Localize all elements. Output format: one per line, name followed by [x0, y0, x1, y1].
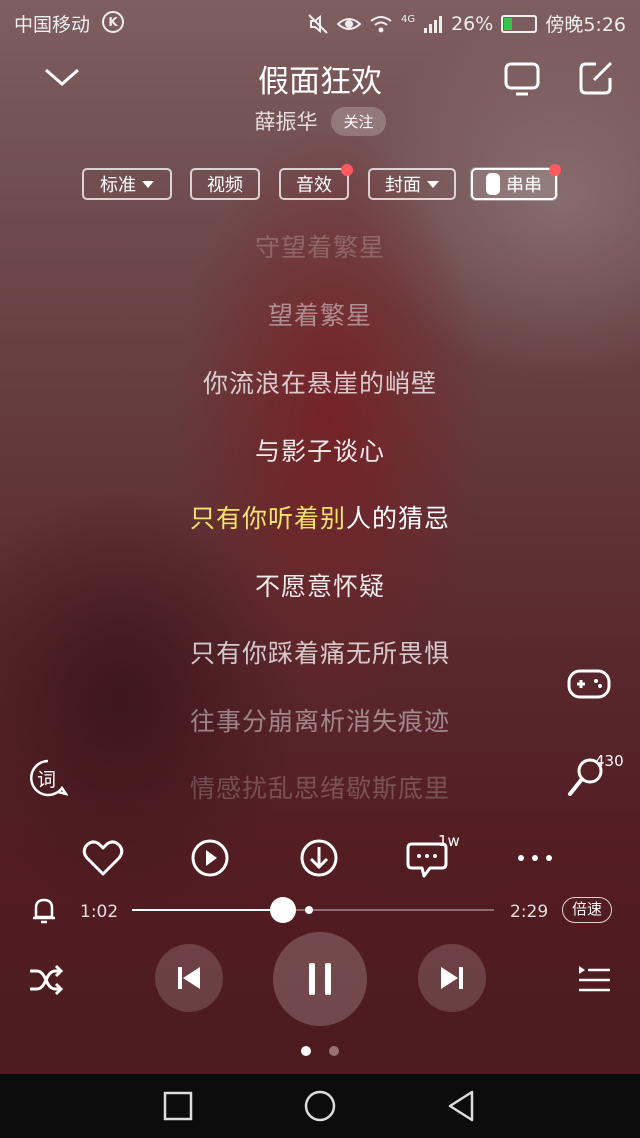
pause-icon: [309, 963, 331, 995]
chip-label: 音效: [296, 175, 332, 196]
shuffle-icon[interactable]: [28, 962, 64, 998]
chip-video[interactable]: 视频: [190, 168, 260, 200]
notification-dot: [549, 164, 561, 176]
toggle-pill-icon: [486, 173, 500, 195]
signal-icon: [424, 15, 443, 33]
more-icon[interactable]: [512, 836, 558, 880]
chip-label: 视频: [207, 175, 243, 196]
artist-row: 薛振华 关注: [0, 106, 640, 136]
lyrics-toggle-label: 词: [37, 769, 57, 791]
gamepad-icon[interactable]: [566, 666, 612, 702]
lyric-line: 与影子谈心: [254, 437, 385, 466]
caret-down-icon: [427, 180, 439, 188]
chip-sound-effect[interactable]: 音效: [279, 164, 353, 200]
lyric-unsung-part: 人的猜忌: [346, 504, 451, 533]
previous-button[interactable]: [155, 944, 223, 1012]
speed-button[interactable]: 倍速: [562, 897, 612, 923]
chip-label: 串串: [506, 175, 542, 196]
lyric-line: 望着繁星: [267, 301, 372, 330]
k-badge-icon: K: [102, 11, 124, 33]
lyric-line: 往事分崩离析消失痕迹: [189, 707, 450, 736]
carrier-name: 中国移动: [14, 14, 91, 36]
chip-cover[interactable]: 封面: [368, 168, 456, 200]
lyric-current-line: 只有你听着别人的猜忌: [0, 499, 640, 535]
next-button[interactable]: [418, 944, 486, 1012]
buffer-marker: [305, 906, 314, 914]
skip-previous-icon: [178, 967, 200, 989]
recents-square-icon[interactable]: [160, 1088, 196, 1124]
wifi-icon: [370, 15, 392, 32]
page-dot: [329, 1046, 339, 1056]
lyric-line: 守望着繁星: [254, 233, 385, 262]
lyric-line: 你流浪在悬崖的峭壁: [202, 369, 437, 398]
karaoke-count: 430: [595, 752, 624, 770]
status-time: 傍晚5:26: [545, 14, 626, 36]
download-icon[interactable]: [296, 836, 342, 880]
network-type: 4G: [400, 13, 416, 25]
notification-dot: [341, 164, 353, 176]
current-time: 1:02: [80, 902, 119, 922]
video-play-icon[interactable]: [187, 836, 233, 880]
playlist-icon[interactable]: [576, 962, 612, 996]
chip-label: 标准: [100, 175, 136, 196]
lyrics-toggle-button[interactable]: 词: [28, 758, 68, 798]
back-triangle-icon[interactable]: [444, 1088, 480, 1124]
caret-down-icon: [142, 180, 154, 188]
battery-icon: [501, 14, 538, 33]
follow-button[interactable]: 关注: [331, 106, 386, 136]
pause-button[interactable]: [273, 932, 367, 1026]
artist-name[interactable]: 薛振华: [254, 106, 317, 136]
progress-fill: [132, 909, 283, 911]
page-dot: [301, 1046, 311, 1056]
chip-chuanchuan[interactable]: 串串: [471, 164, 561, 200]
lyric-sung-part: 只有你听着别: [189, 504, 346, 533]
chip-label: 封面: [385, 175, 421, 196]
lyric-line: 只有你踩着痛无所畏惧: [189, 639, 450, 668]
lyric-line: 情感扰乱思绪歇斯底里: [189, 774, 450, 803]
progress-thumb[interactable]: [269, 897, 296, 923]
system-nav-bar: [0, 1074, 640, 1138]
page-indicator: [0, 1046, 640, 1056]
lyric-line: 不愿意怀疑: [254, 572, 385, 601]
song-title: 假面狂欢: [258, 64, 382, 100]
heart-icon[interactable]: [80, 836, 126, 880]
battery-percent: 26%: [451, 12, 494, 35]
chip-standard[interactable]: 标准: [82, 168, 172, 200]
mute-icon: [308, 13, 328, 34]
status-icons: 4G 26% 傍晚5:26: [307, 10, 626, 37]
share-icon[interactable]: [578, 60, 614, 96]
eye-icon: [336, 17, 361, 30]
skip-next-icon: [441, 967, 463, 989]
bell-timer-icon[interactable]: [30, 895, 58, 925]
status-bar: 中国移动 K 4G 26% 傍晚5:26: [0, 0, 640, 44]
total-time: 2:29: [510, 902, 549, 922]
comment-count: 1w: [438, 832, 460, 850]
home-circle-icon[interactable]: [302, 1088, 338, 1124]
tv-cast-icon[interactable]: [502, 60, 542, 100]
